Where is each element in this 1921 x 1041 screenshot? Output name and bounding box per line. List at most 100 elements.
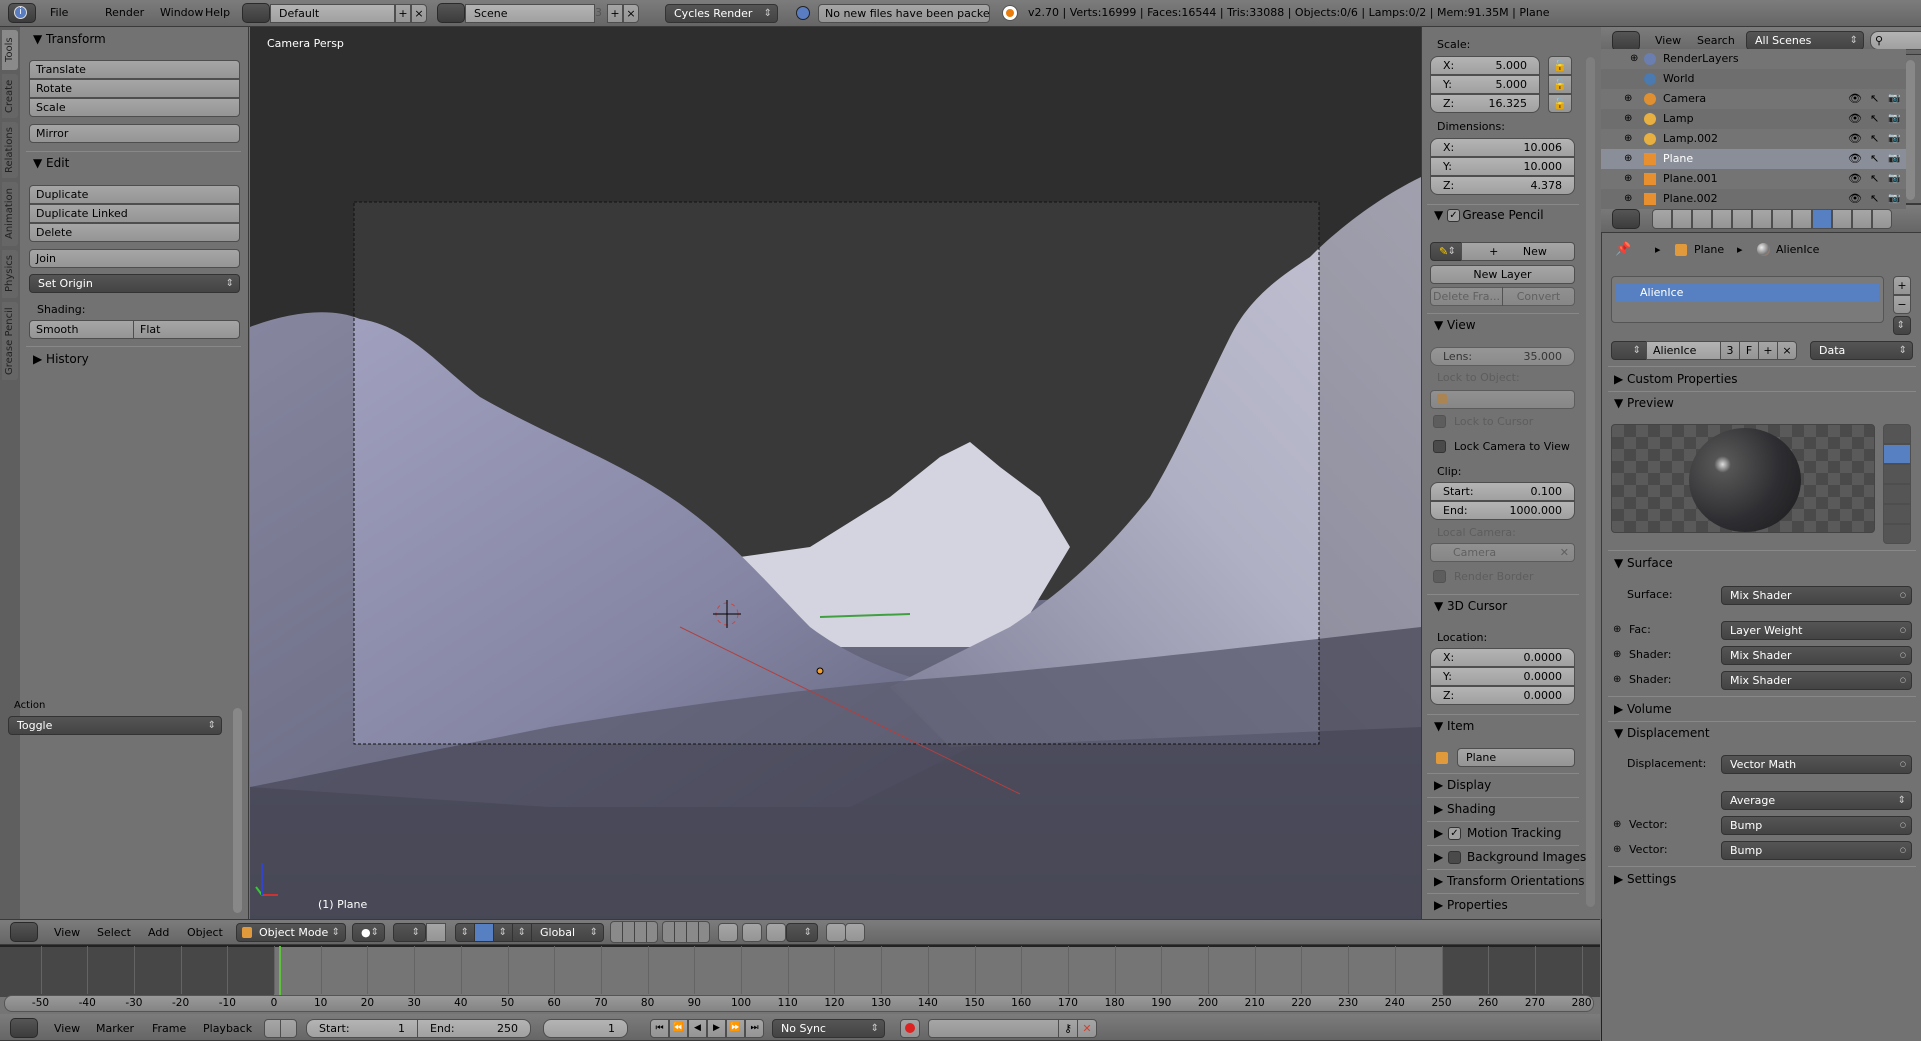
scene-icon[interactable] bbox=[437, 3, 465, 23]
material-slot-item[interactable]: AlienIce bbox=[1616, 284, 1879, 302]
current-frame-field[interactable]: 1 bbox=[543, 1019, 628, 1038]
grease-pencil-draw-icon[interactable]: ✎ bbox=[1430, 242, 1462, 261]
socket-link-icon[interactable]: ⊕ bbox=[1613, 647, 1621, 663]
preview-monkey-icon[interactable] bbox=[1883, 484, 1911, 504]
screen-layout-field[interactable]: Default bbox=[270, 4, 395, 23]
layers-group-2[interactable] bbox=[662, 921, 710, 943]
socket-vector-dropdown[interactable]: Bump bbox=[1721, 841, 1912, 860]
timeline-menu-playback[interactable]: Playback bbox=[203, 1021, 252, 1037]
clip-end-field[interactable]: End: 1000.000 bbox=[1430, 501, 1575, 520]
outliner-item-name[interactable]: Plane bbox=[1663, 151, 1693, 167]
clear-icon[interactable]: ✕ bbox=[1560, 544, 1569, 561]
scene-field[interactable]: Scene bbox=[465, 4, 595, 23]
jump-end-button[interactable]: ⏭ bbox=[745, 1019, 764, 1038]
start-frame-field[interactable]: Start: 1 bbox=[306, 1019, 418, 1038]
dimension-z-field[interactable]: Z: 4.378 bbox=[1430, 176, 1575, 195]
duplicate-button[interactable]: Duplicate bbox=[29, 185, 240, 204]
lock-scale-icon[interactable]: 🔓 bbox=[1548, 56, 1572, 75]
render-engine-dropdown[interactable]: Cycles Render bbox=[665, 4, 778, 23]
dimension-y-field[interactable]: Y: 10.000 bbox=[1430, 157, 1575, 176]
tab-tools[interactable]: Tools bbox=[2, 30, 18, 70]
timeline-menu-view[interactable]: View bbox=[54, 1021, 80, 1037]
set-origin-dropdown[interactable]: Set Origin bbox=[29, 274, 240, 293]
add-slot-button[interactable]: + bbox=[1893, 276, 1911, 295]
lock-object-field[interactable] bbox=[1430, 390, 1575, 409]
add-scene-button[interactable]: + bbox=[607, 4, 623, 23]
socket-link-icon[interactable]: ⊕ bbox=[1613, 842, 1621, 858]
preview-sphere-icon[interactable] bbox=[1883, 444, 1911, 464]
tab-world-icon[interactable] bbox=[1712, 209, 1732, 229]
visibility-eye-icon[interactable]: 👁 bbox=[1848, 131, 1862, 147]
snap-element-dropdown[interactable] bbox=[786, 923, 818, 942]
lock-scale-icon[interactable]: 🔓 bbox=[1548, 75, 1572, 94]
outliner-menu-view[interactable]: View bbox=[1655, 33, 1681, 49]
next-keyframe-button[interactable]: ⏩ bbox=[726, 1019, 745, 1038]
scale-x-field[interactable]: X: 5.000 bbox=[1430, 56, 1540, 75]
panel-header-history[interactable]: ▶ History bbox=[33, 350, 89, 368]
panel-header-settings[interactable]: ▶ Settings bbox=[1614, 870, 1676, 888]
join-button[interactable]: Join bbox=[29, 249, 240, 268]
background-images-checkbox[interactable] bbox=[1448, 851, 1461, 864]
panel-header-3d-cursor[interactable]: ▼ 3D Cursor bbox=[1434, 597, 1507, 615]
renderability-camera-icon[interactable]: 📷 bbox=[1888, 171, 1900, 187]
render-border-checkbox[interactable] bbox=[1433, 570, 1446, 583]
transform-orientation-dropdown[interactable]: Global bbox=[531, 923, 604, 942]
rotate-button[interactable]: Rotate bbox=[29, 79, 240, 98]
lock-camera-checkbox[interactable] bbox=[1433, 440, 1446, 453]
slot-specials-button[interactable] bbox=[1893, 316, 1911, 335]
expand-toggle-icon[interactable]: ⊕ bbox=[1624, 131, 1632, 147]
selectability-cursor-icon[interactable]: ↖ bbox=[1870, 151, 1879, 167]
tab-data-icon[interactable] bbox=[1792, 209, 1812, 229]
delete-scene-button[interactable]: × bbox=[623, 4, 639, 23]
duplicate-linked-button[interactable]: Duplicate Linked bbox=[29, 204, 240, 223]
expand-toggle-icon[interactable]: ⊕ bbox=[1624, 111, 1632, 127]
jump-start-button[interactable]: ⏮ bbox=[650, 1019, 669, 1038]
link-dropdown[interactable]: Data bbox=[1810, 341, 1913, 360]
play-reverse-button[interactable]: ◀ bbox=[688, 1019, 707, 1038]
menu-render[interactable]: Render bbox=[105, 5, 144, 21]
preview-flat-icon[interactable] bbox=[1883, 424, 1911, 444]
menu-file[interactable]: File bbox=[50, 5, 68, 21]
convert-button[interactable]: Convert bbox=[1502, 287, 1575, 306]
tab-render-icon[interactable] bbox=[1652, 209, 1672, 229]
socket-surface-dropdown[interactable]: Mix Shader bbox=[1721, 586, 1912, 605]
insert-keyframe-button[interactable]: ⚷ bbox=[1058, 1019, 1078, 1038]
delete-layout-button[interactable]: × bbox=[411, 4, 427, 23]
panel-header-item[interactable]: ▼ Item bbox=[1434, 717, 1474, 735]
add-layout-button[interactable]: + bbox=[395, 4, 411, 23]
outliner-item-name[interactable]: Plane.001 bbox=[1663, 171, 1718, 187]
socket-fac-dropdown[interactable]: Layer Weight bbox=[1721, 621, 1912, 640]
clip-start-field[interactable]: Start: 0.100 bbox=[1430, 482, 1575, 501]
panel-header-volume[interactable]: ▶ Volume bbox=[1614, 700, 1672, 718]
lock-scene-layers-button[interactable] bbox=[718, 923, 738, 942]
dimension-x-field[interactable]: X: 10.006 bbox=[1430, 138, 1575, 157]
menu-select[interactable]: Select bbox=[97, 925, 131, 941]
end-frame-field[interactable]: End: 250 bbox=[417, 1019, 531, 1038]
socket-displacement-dropdown[interactable]: Vector Math bbox=[1721, 755, 1912, 774]
timeline-editor-icon[interactable] bbox=[10, 1018, 38, 1038]
panel-header-properties[interactable]: ▶ Properties bbox=[1434, 896, 1508, 914]
preview-cube-icon[interactable] bbox=[1883, 464, 1911, 484]
panel-header-view[interactable]: ▼ View bbox=[1434, 316, 1476, 334]
selectability-cursor-icon[interactable]: ↖ bbox=[1870, 91, 1879, 107]
manipulator-toggle[interactable] bbox=[426, 923, 446, 942]
viewport-shading-dropdown[interactable]: ● bbox=[352, 923, 385, 942]
socket-vector-dropdown[interactable]: Bump bbox=[1721, 816, 1912, 835]
smooth-button[interactable]: Smooth bbox=[29, 320, 134, 339]
pin-icon[interactable]: 📌 bbox=[1615, 242, 1631, 257]
tab-physics-icon[interactable] bbox=[1872, 209, 1892, 229]
timeline-menu-frame[interactable]: Frame bbox=[152, 1021, 186, 1037]
visibility-eye-icon[interactable]: 👁 bbox=[1848, 91, 1862, 107]
render-opengl-button[interactable] bbox=[826, 923, 846, 942]
delete-button[interactable]: Delete bbox=[29, 223, 240, 242]
material-browse-button[interactable] bbox=[1611, 341, 1647, 360]
screen-layout-icon[interactable] bbox=[242, 3, 270, 23]
cursor-location-x-field[interactable]: X: 0.0000 bbox=[1430, 648, 1575, 667]
outliner-menu-search[interactable]: Search bbox=[1697, 33, 1735, 49]
render-animation-button[interactable] bbox=[845, 923, 865, 942]
material-users-button[interactable]: 3 bbox=[1720, 341, 1740, 360]
socket-link-icon[interactable]: ⊕ bbox=[1613, 817, 1621, 833]
expand-toggle-icon[interactable]: ⊕ bbox=[1624, 191, 1632, 207]
delete-keyframe-button[interactable]: ✕ bbox=[1077, 1019, 1097, 1038]
proportional-edit-button[interactable] bbox=[742, 923, 762, 942]
